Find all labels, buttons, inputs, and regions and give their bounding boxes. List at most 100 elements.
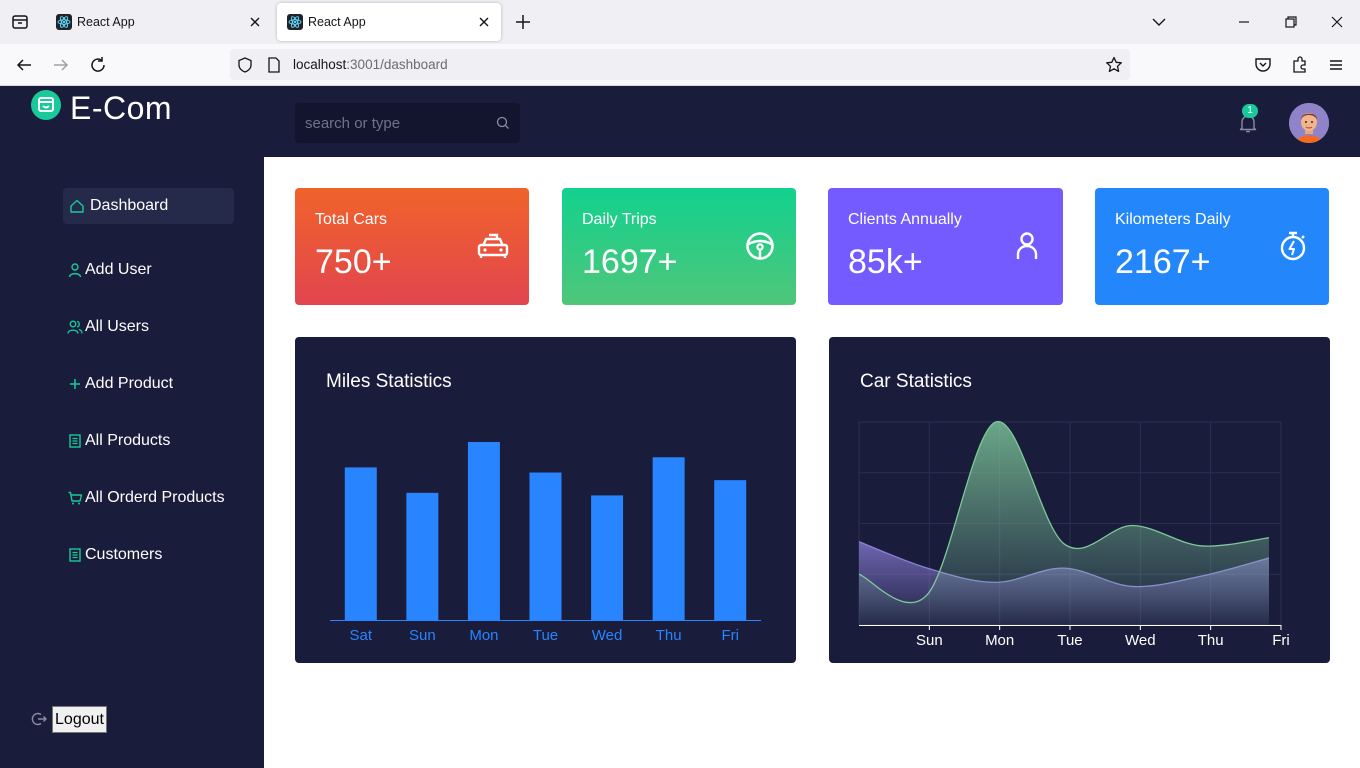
list-icon: [69, 434, 81, 448]
x-tick-label: Fri: [721, 627, 739, 644]
x-tick-label: Tue: [1057, 632, 1082, 649]
logo-text: E-Com: [70, 90, 173, 126]
list-icon: [69, 548, 81, 562]
close-window-icon[interactable]: [1325, 10, 1349, 34]
stopwatch-icon: [1280, 231, 1306, 261]
logout-icon: [31, 712, 47, 726]
minimize-icon[interactable]: [1232, 10, 1256, 34]
stat-card-clients-annually: Clients Annually 85k+: [828, 188, 1063, 305]
notification-badge: 1: [1242, 104, 1258, 118]
browser-tab-active[interactable]: React App: [277, 3, 501, 41]
bar: [591, 495, 624, 620]
home-icon: [70, 199, 84, 213]
sidebar-item-label: All Products: [85, 432, 171, 449]
forward-arrow-icon[interactable]: [49, 53, 73, 77]
bar: [529, 472, 562, 620]
menu-icon[interactable]: [1324, 53, 1348, 77]
stat-label: Kilometers Daily: [1115, 211, 1231, 228]
steering-wheel-icon: [746, 232, 774, 260]
top-bar: 1: [264, 86, 1360, 157]
browser-toolbar: localhost:3001/dashboard: [0, 44, 1360, 86]
react-icon: [56, 14, 72, 30]
sidebar-item-all-products[interactable]: All Products: [63, 423, 234, 459]
x-tick-label: Thu: [1198, 632, 1224, 649]
stat-value: 85k+: [848, 243, 923, 281]
url-bar[interactable]: localhost:3001/dashboard: [230, 49, 1130, 80]
sidebar-item-label: Add User: [85, 261, 152, 278]
extensions-icon[interactable]: [1288, 53, 1312, 77]
url-path: :3001/dashboard: [346, 57, 448, 72]
store-logo-icon: [31, 90, 61, 120]
shield-icon[interactable]: [236, 56, 254, 74]
sidebar-item-all-users[interactable]: All Users: [63, 309, 234, 345]
sidebar-item-label: Dashboard: [90, 197, 169, 214]
x-tick-label: Fri: [1272, 632, 1290, 649]
browser-tab-bar: React App React App: [0, 0, 1360, 44]
back-arrow-icon[interactable]: [12, 53, 36, 77]
chevron-down-icon[interactable]: [1147, 10, 1171, 34]
sidebar-item-add-user[interactable]: Add User: [63, 252, 234, 288]
sidebar-item-label: All Users: [85, 318, 150, 335]
sidebar-item-all-orderd-products[interactable]: All Orderd Products: [63, 480, 234, 516]
x-tick-label: Thu: [656, 627, 682, 644]
sidebar-item-add-product[interactable]: Add Product: [63, 366, 234, 402]
x-tick-label: Wed: [1125, 632, 1156, 649]
pocket-icon[interactable]: [1251, 53, 1275, 77]
car-statistics-panel: Car Statistics Sun Mon Tue Wed Thu Fri: [829, 337, 1330, 663]
close-icon[interactable]: [246, 13, 264, 31]
stat-card-kilometers-daily: Kilometers Daily 2167+: [1095, 188, 1329, 305]
x-tick-label: Mon: [469, 627, 498, 644]
stat-card-daily-trips: Daily Trips 1697+: [562, 188, 796, 305]
main-content: Total Cars 750+ Daily Trips 1697+ Client…: [264, 157, 1360, 766]
restore-icon[interactable]: [1278, 10, 1302, 34]
sidebar-item-dashboard[interactable]: Dashboard: [63, 188, 234, 224]
users-icon: [67, 320, 83, 334]
close-icon[interactable]: [475, 13, 493, 31]
avatar[interactable]: [1289, 103, 1329, 143]
sidebar: E-Com Dashboard Add User All Users Add P…: [0, 86, 264, 768]
stat-label: Clients Annually: [848, 211, 962, 228]
x-tick-label: Sat: [350, 627, 373, 644]
sidebar-item-customers[interactable]: Customers: [63, 537, 234, 573]
x-tick-label: Sun: [916, 632, 943, 649]
x-tick-label: Wed: [592, 627, 623, 644]
search-icon[interactable]: [496, 116, 510, 130]
stat-value: 750+: [315, 243, 392, 281]
x-tick-label: Sun: [409, 627, 436, 644]
url-host: localhost: [293, 57, 347, 72]
sidebar-item-label: Add Product: [85, 375, 174, 392]
stat-card-total-cars: Total Cars 750+: [295, 188, 529, 305]
url-text: localhost:3001/dashboard: [293, 57, 448, 72]
user-icon: [68, 263, 82, 278]
miles-bar-chart: Sat Sun Mon Tue Wed Thu Fri: [330, 442, 761, 644]
car-area-chart: Sun Mon Tue Wed Thu Fri: [858, 421, 1290, 649]
logout-button[interactable]: Logout: [52, 706, 107, 733]
plus-icon: [70, 379, 80, 389]
cart-icon: [68, 491, 83, 505]
react-icon: [287, 14, 303, 30]
bar: [714, 480, 747, 620]
tab-title: React App: [77, 15, 135, 29]
search-box: [295, 103, 520, 143]
sidebar-item-label: Customers: [85, 546, 163, 563]
star-icon[interactable]: [1104, 55, 1124, 75]
new-tab-plus-icon[interactable]: [512, 11, 534, 33]
search-input[interactable]: [295, 103, 485, 143]
x-tick-label: Mon: [985, 632, 1014, 649]
page-icon[interactable]: [266, 56, 282, 74]
tab-list-icon[interactable]: [8, 10, 32, 34]
bar: [652, 457, 685, 620]
browser-tab[interactable]: React App: [46, 3, 272, 41]
taxi-icon: [477, 233, 509, 258]
person-icon: [1016, 232, 1038, 259]
bar: [467, 442, 500, 620]
reload-icon[interactable]: [86, 53, 110, 77]
bar: [344, 467, 377, 620]
stat-label: Total Cars: [315, 211, 388, 228]
miles-statistics-panel: Miles Statistics Sat Sun Mon Tue Wed Thu Fri: [295, 337, 796, 663]
bar: [406, 492, 439, 620]
x-tick-label: Tue: [533, 627, 558, 644]
tab-title: React App: [308, 15, 366, 29]
sidebar-item-label: All Orderd Products: [85, 489, 225, 506]
stat-value: 1697+: [582, 243, 678, 281]
